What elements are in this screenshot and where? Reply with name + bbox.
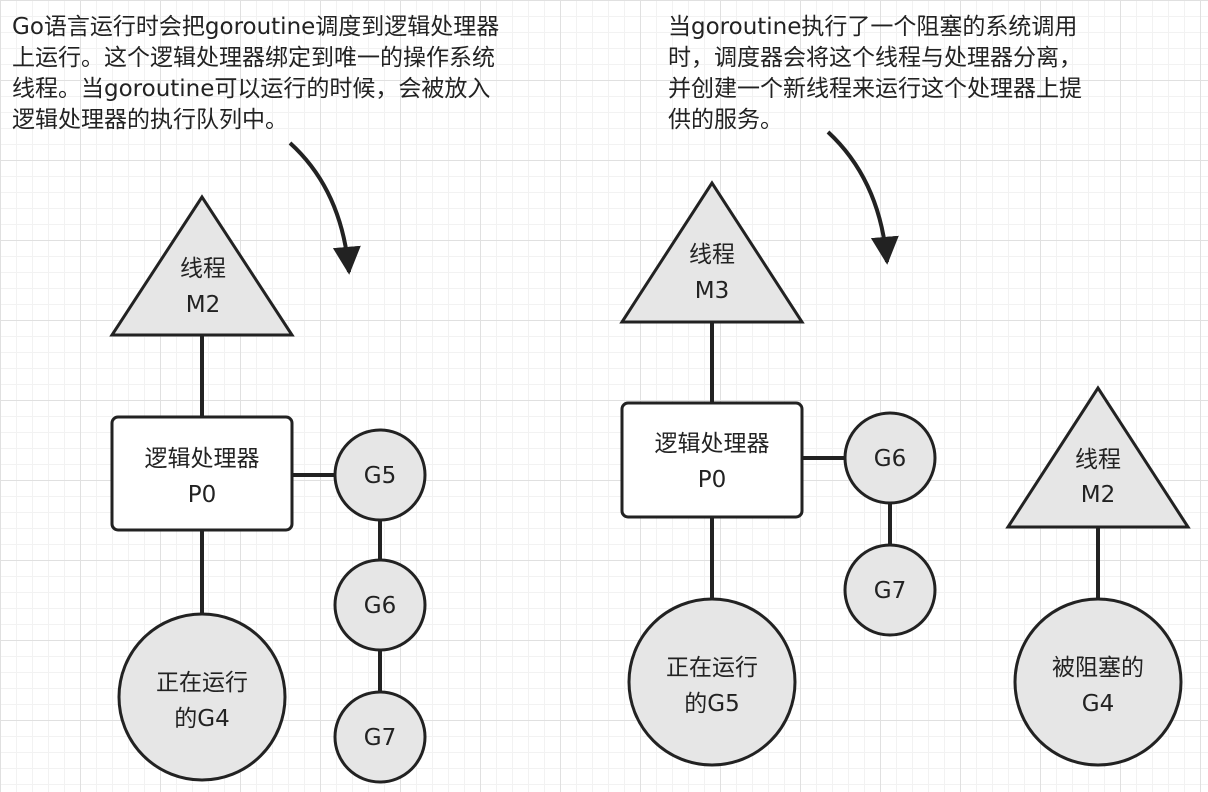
left-processor-box bbox=[110, 415, 294, 532]
right-queue-label: G6 bbox=[874, 446, 906, 472]
blocked-goroutine bbox=[1013, 597, 1183, 767]
right-running-name: 的G5 bbox=[684, 691, 739, 717]
left-running-label: 正在运行 bbox=[156, 670, 248, 696]
left-running-goroutine bbox=[117, 612, 287, 782]
right-curved-arrow bbox=[826, 130, 899, 265]
left-queue-label: G6 bbox=[364, 593, 396, 619]
right-queue-label: G7 bbox=[874, 578, 906, 604]
left-curved-arrow bbox=[288, 141, 361, 275]
blocked-goroutine-name: G4 bbox=[1082, 691, 1114, 717]
left-processor-name: P0 bbox=[188, 482, 217, 508]
blocked-thread-label: 线程 bbox=[1075, 447, 1121, 473]
right-running-goroutine bbox=[627, 597, 797, 767]
left-thread-name: M2 bbox=[186, 292, 220, 318]
right-running-label: 正在运行 bbox=[666, 655, 758, 681]
blocked-goroutine-label: 被阻塞的 bbox=[1052, 655, 1144, 681]
right-processor-label: 逻辑处理器 bbox=[655, 431, 770, 457]
right-processor-box bbox=[620, 401, 804, 519]
blocked-thread-name: M2 bbox=[1081, 482, 1115, 508]
left-thread-label: 线程 bbox=[180, 256, 226, 282]
right-thread-label: 线程 bbox=[689, 242, 735, 268]
scheduler-diagram: 线程 M2 逻辑处理器 P0 G5 G6 G7 正在运行 的G4 线程 M3 逻… bbox=[109, 130, 1191, 784]
right-processor-name: P0 bbox=[698, 467, 727, 493]
right-thread-name: M3 bbox=[695, 278, 729, 304]
left-queue-label: G7 bbox=[364, 725, 396, 751]
left-running-name: 的G4 bbox=[174, 706, 229, 732]
left-queue-label: G5 bbox=[364, 463, 396, 489]
left-processor-label: 逻辑处理器 bbox=[145, 446, 260, 472]
